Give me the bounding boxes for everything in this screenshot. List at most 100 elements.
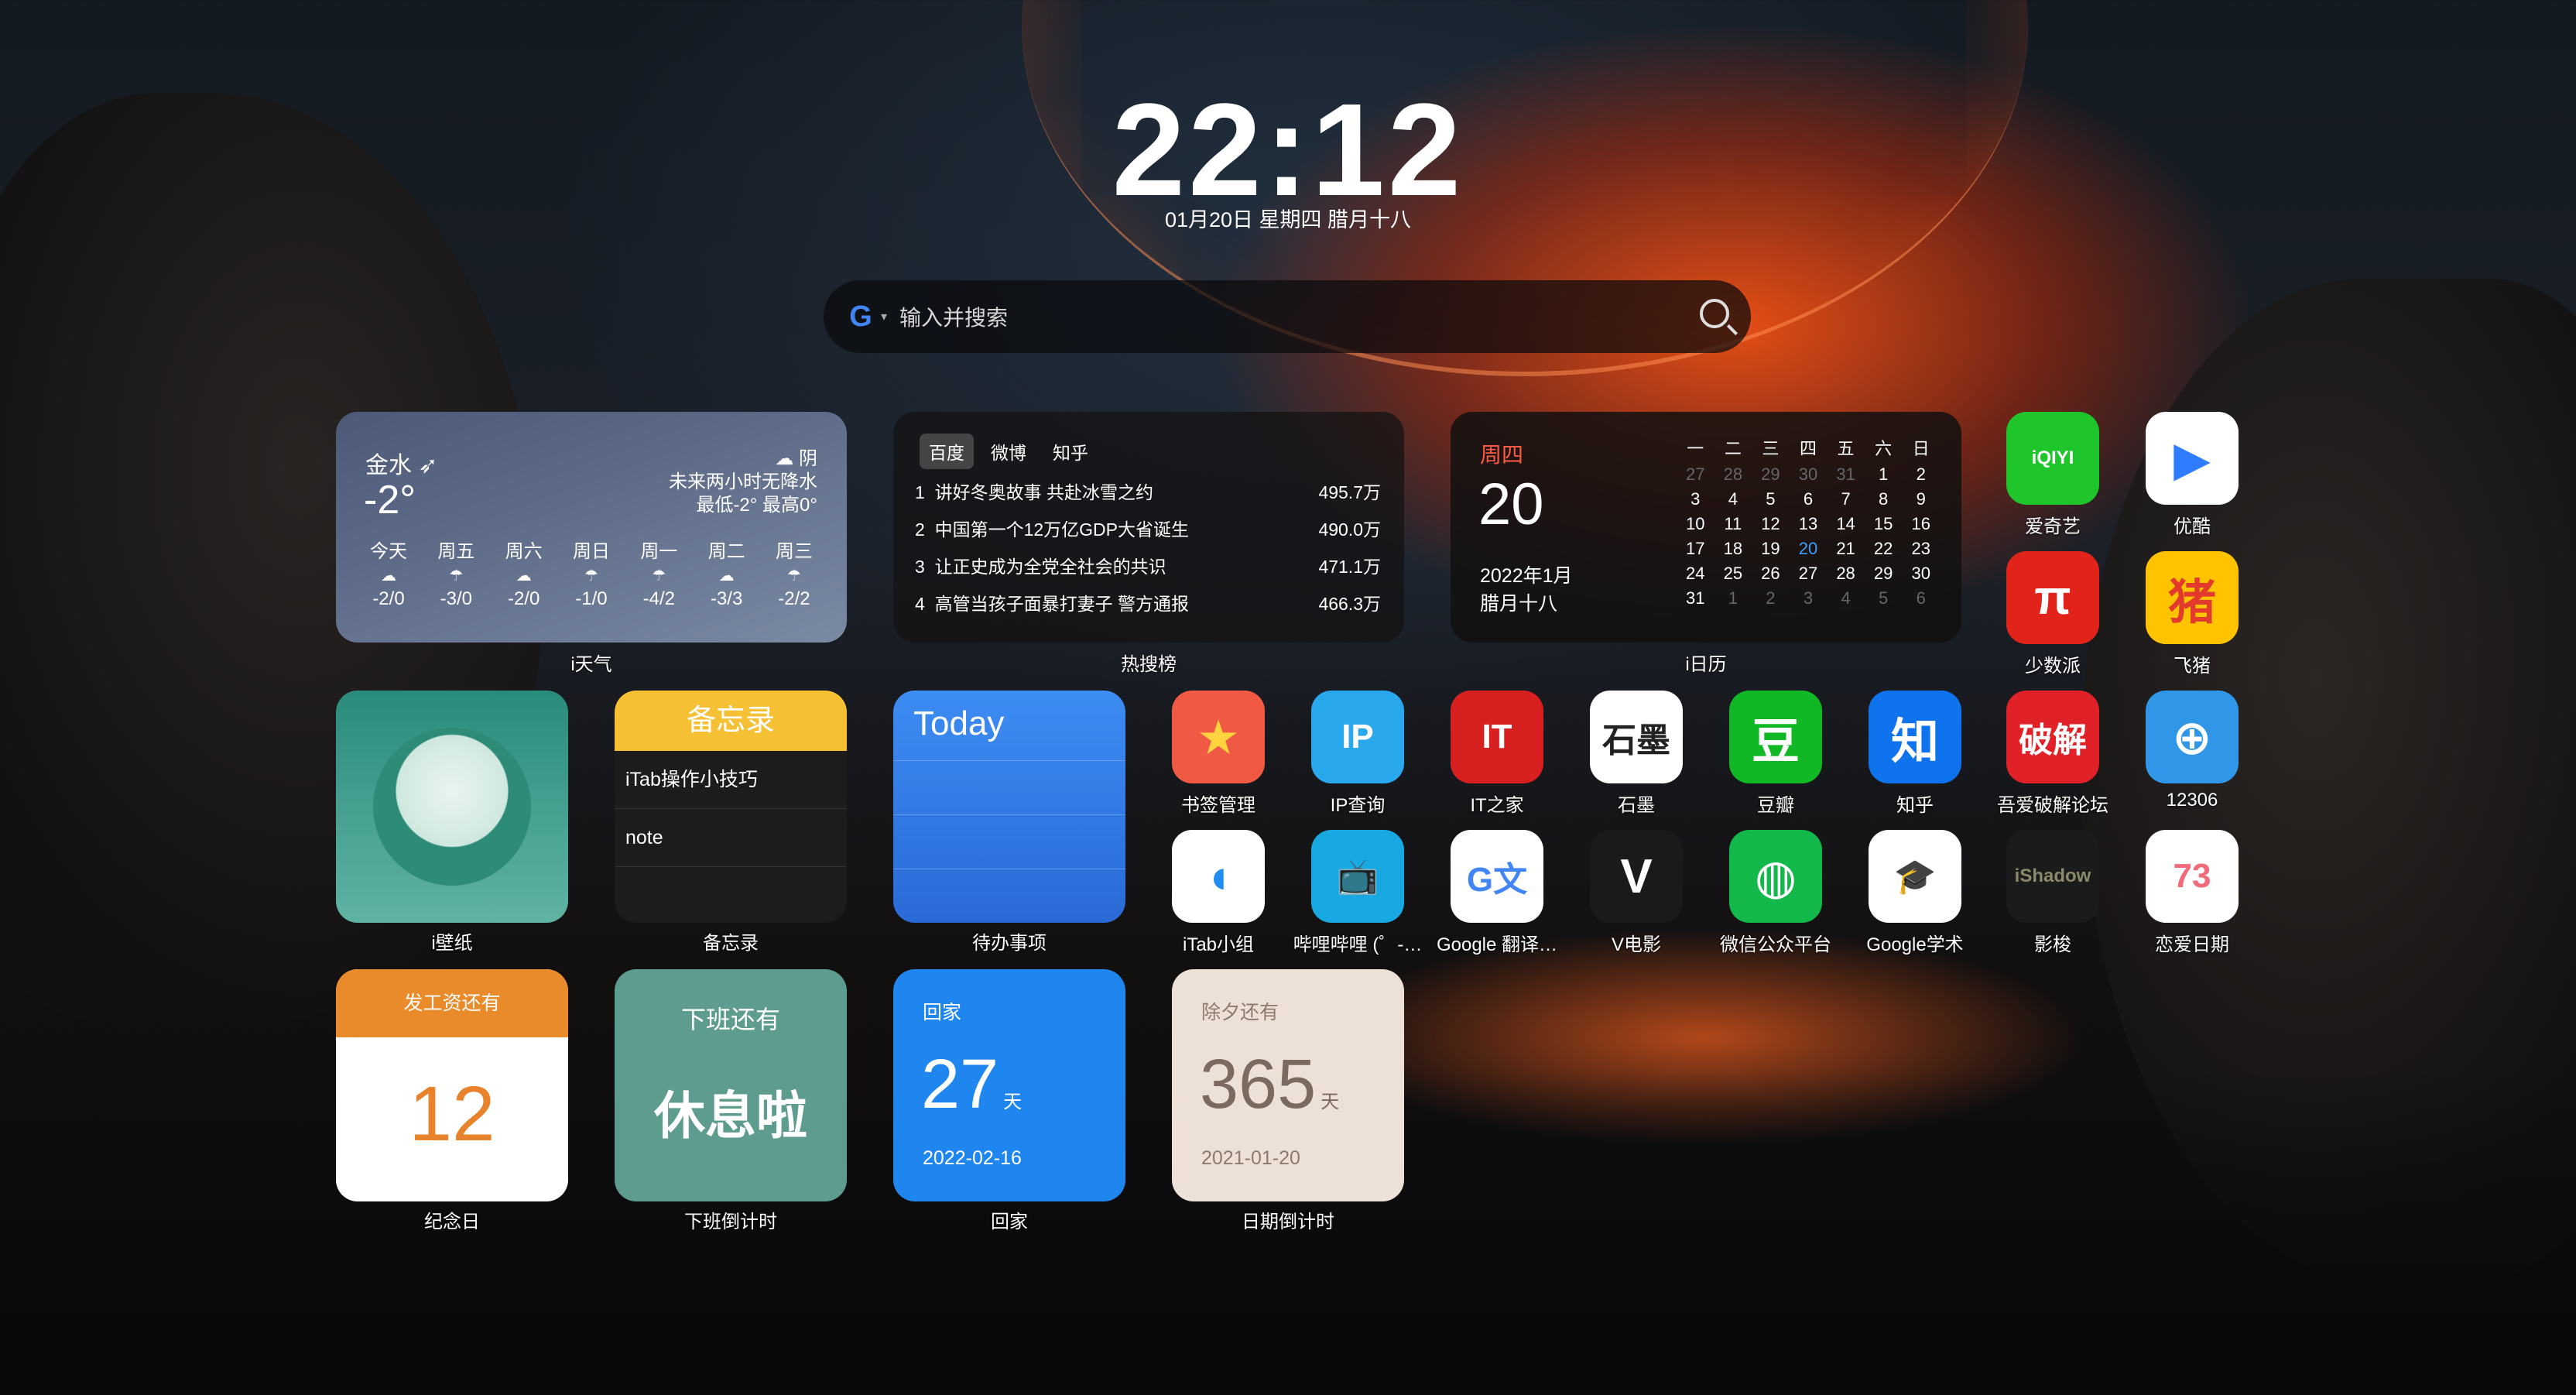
chevron-down-icon[interactable]: ▾ xyxy=(881,309,887,324)
app-icon-0[interactable]: iQIYI xyxy=(2006,412,2099,505)
app-label[interactable]: 哔哩哔哩 (゜-… xyxy=(1288,929,1427,956)
app-icon-2[interactable]: π xyxy=(2006,551,2099,644)
calendar-date[interactable]: 7 xyxy=(1827,489,1865,509)
tab-weibo[interactable]: 微博 xyxy=(981,434,1036,469)
calendar-date[interactable]: 29 xyxy=(1865,564,1903,584)
calendar-date[interactable]: 23 xyxy=(1902,539,1940,559)
hot-item[interactable]: 2 中国第一个12万亿GDP大省诞生 490.0万 xyxy=(915,511,1381,548)
calendar-widget[interactable]: 周四 20 2022年1月 腊月十八 一二三四五六日 27 28 29 30 31 1 2 3 4 5… xyxy=(1451,412,1961,643)
calendar-date[interactable]: 1 xyxy=(1714,588,1752,608)
app-icon-13[interactable]: 📺 xyxy=(1311,830,1404,923)
app-icon-15[interactable]: V xyxy=(1590,830,1683,923)
calendar-date[interactable]: 30 xyxy=(1790,464,1828,485)
calendar-date[interactable]: 15 xyxy=(1865,514,1903,534)
calendar-date[interactable]: 3 xyxy=(1677,489,1714,509)
tab-baidu[interactable]: 百度 xyxy=(920,434,974,469)
calendar-date[interactable]: 29 xyxy=(1752,464,1790,485)
calendar-date[interactable]: 13 xyxy=(1790,514,1828,534)
app-icon-1[interactable]: ▶ xyxy=(2146,412,2239,505)
calendar-date[interactable]: 11 xyxy=(1714,514,1752,534)
todo-widget[interactable]: Today xyxy=(893,691,1125,923)
app-icon-16[interactable]: ◍ xyxy=(1729,830,1822,923)
calendar-date[interactable]: 31 xyxy=(1827,464,1865,485)
app-icon-5[interactable]: IP xyxy=(1311,691,1404,783)
date-countdown-widget[interactable]: 除夕还有 365 天 2021-01-20 xyxy=(1172,969,1404,1201)
calendar-date[interactable]: 5 xyxy=(1752,489,1790,509)
calendar-date[interactable]: 5 xyxy=(1865,588,1903,608)
calendar-date[interactable]: 2 xyxy=(1902,464,1940,485)
app-icon-7[interactable]: 石墨 xyxy=(1590,691,1683,783)
calendar-date[interactable]: 31 xyxy=(1677,588,1714,608)
offwork-widget[interactable]: 下班还有 休息啦 xyxy=(615,969,847,1201)
calendar-date[interactable]: 22 xyxy=(1865,539,1903,559)
payday-widget[interactable]: 发工资还有 12 xyxy=(336,969,568,1201)
calendar-date[interactable]: 24 xyxy=(1677,564,1714,584)
calendar-date[interactable]: 6 xyxy=(1902,588,1940,608)
app-icon-10[interactable]: 破解 xyxy=(2006,691,2099,783)
calendar-date[interactable]: 17 xyxy=(1677,539,1714,559)
calendar-date[interactable]: 21 xyxy=(1827,539,1865,559)
memo-item[interactable]: note xyxy=(615,809,847,867)
calendar-date[interactable]: 12 xyxy=(1752,514,1790,534)
app-icon-18[interactable]: iShadow xyxy=(2006,830,2099,923)
app-label[interactable]: 少数派 xyxy=(1983,650,2122,677)
search-input[interactable]: 输入并搜索 xyxy=(899,301,1008,332)
app-label[interactable]: IT之家 xyxy=(1427,790,1567,817)
calendar-date[interactable]: 8 xyxy=(1865,489,1903,509)
calendar-date[interactable]: 3 xyxy=(1790,588,1828,608)
app-icon-11[interactable]: ⊕ xyxy=(2146,691,2239,783)
calendar-date[interactable]: 4 xyxy=(1827,588,1865,608)
tab-zhihu[interactable]: 知乎 xyxy=(1043,434,1098,469)
calendar-date[interactable]: 28 xyxy=(1714,464,1752,485)
app-label[interactable]: iTab小组 xyxy=(1149,929,1288,956)
app-label[interactable]: 优酷 xyxy=(2122,511,2262,538)
app-label[interactable]: 恋爱日期 xyxy=(2122,929,2262,956)
app-label[interactable]: 书签管理 xyxy=(1149,790,1288,817)
app-icon-14[interactable]: G文 xyxy=(1451,830,1543,923)
app-icon-8[interactable]: 豆 xyxy=(1729,691,1822,783)
app-label[interactable]: 知乎 xyxy=(1845,790,1985,817)
app-label[interactable]: V电影 xyxy=(1567,929,1706,956)
calendar-date[interactable]: 26 xyxy=(1752,564,1790,584)
calendar-date[interactable]: 27 xyxy=(1677,464,1714,485)
wallpaper-widget[interactable] xyxy=(336,691,568,923)
app-icon-9[interactable]: 知 xyxy=(1869,691,1961,783)
search-icon[interactable] xyxy=(1700,299,1729,328)
hot-item[interactable]: 1 讲好冬奥故事 共赴冰雪之约 495.7万 xyxy=(915,474,1381,511)
app-icon-4[interactable]: ★ xyxy=(1172,691,1265,783)
hot-item[interactable]: 3 让正史成为全党全社会的共识 471.1万 xyxy=(915,548,1381,585)
app-icon-12[interactable]: ◖ xyxy=(1172,830,1265,923)
calendar-date[interactable]: 6 xyxy=(1790,489,1828,509)
hot-item[interactable]: 4 高管当孩子面暴打妻子 警方通报 466.3万 xyxy=(915,585,1381,622)
calendar-date[interactable]: 30 xyxy=(1902,564,1940,584)
app-label[interactable]: 影梭 xyxy=(1983,929,2122,956)
calendar-date[interactable]: 16 xyxy=(1902,514,1940,534)
calendar-date[interactable]: 18 xyxy=(1714,539,1752,559)
search-bar[interactable]: G ▾ 输入并搜索 xyxy=(824,280,1751,353)
app-label[interactable]: IP查询 xyxy=(1288,790,1427,817)
hot-search-widget[interactable]: 百度 微博 知乎 1 讲好冬奥故事 共赴冰雪之约 495.7万 2 中国第一个12… xyxy=(893,412,1404,643)
calendar-date[interactable]: 14 xyxy=(1827,514,1865,534)
app-icon-3[interactable]: 猪 xyxy=(2146,551,2239,644)
app-label[interactable]: Google学术 xyxy=(1845,929,1985,956)
weather-widget[interactable]: 金水 ➶ -2° ☁ 阴 未来两小时无降水 最低-2° 最高0° 今天 ☁ -2/0… xyxy=(336,412,847,643)
calendar-date[interactable]: 1 xyxy=(1865,464,1903,485)
calendar-date[interactable]: 2 xyxy=(1752,588,1790,608)
home-countdown-widget[interactable]: 回家 27 天 2022-02-16 xyxy=(893,969,1125,1201)
app-label[interactable]: Google 翻译… xyxy=(1427,929,1567,956)
calendar-date[interactable]: 28 xyxy=(1827,564,1865,584)
app-label[interactable]: 爱奇艺 xyxy=(1983,511,2122,538)
memo-item[interactable]: iTab操作小技巧 xyxy=(615,751,847,809)
app-icon-6[interactable]: IT xyxy=(1451,691,1543,783)
app-label[interactable]: 微信公众平台 xyxy=(1706,929,1845,956)
app-icon-19[interactable]: 73 xyxy=(2146,830,2239,923)
calendar-date[interactable]: 19 xyxy=(1752,539,1790,559)
app-label[interactable]: 飞猪 xyxy=(2122,650,2262,677)
memo-widget[interactable]: 备忘录 iTab操作小技巧 note xyxy=(615,691,847,923)
calendar-date[interactable]: 10 xyxy=(1677,514,1714,534)
calendar-date[interactable]: 4 xyxy=(1714,489,1752,509)
app-icon-17[interactable]: 🎓 xyxy=(1869,830,1961,923)
calendar-date[interactable]: 20 xyxy=(1790,539,1828,559)
calendar-date[interactable]: 25 xyxy=(1714,564,1752,584)
app-label[interactable]: 石墨 xyxy=(1567,790,1706,817)
